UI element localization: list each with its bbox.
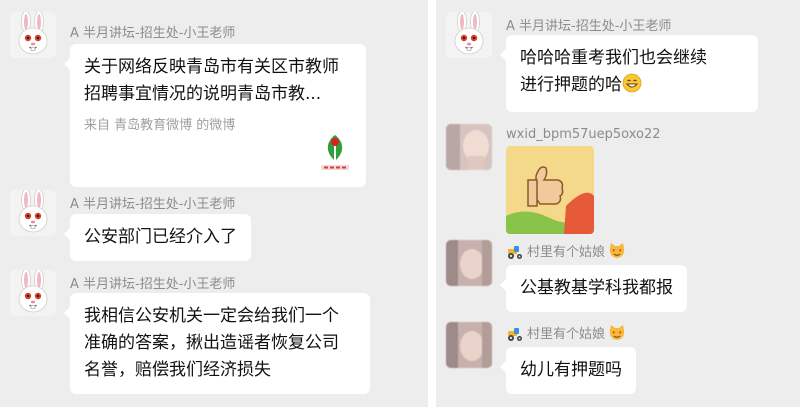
message-bubble[interactable]: 哈哈哈重考我们也会继续 进行押题的哈 xyxy=(500,35,758,112)
bubble-line: 进行押题的哈 xyxy=(520,75,622,95)
avatar-bunny[interactable] xyxy=(10,270,56,316)
grinning-face-icon xyxy=(622,73,642,102)
tractor-icon xyxy=(506,326,524,346)
sender-name: A 半月讲坛-招生处-小王老师 xyxy=(70,26,236,41)
heart-eyes-cat-icon xyxy=(608,242,626,264)
sender-name: 村里有个姑娘 xyxy=(506,323,626,346)
bubble-line: 哈哈哈重考我们也会继续 xyxy=(520,48,707,68)
sender-name-text: 村里有个姑娘 xyxy=(527,245,606,260)
avatar-blurred[interactable] xyxy=(446,124,492,170)
bubble-line: 名誉，赔偿我们经济损失 xyxy=(84,360,271,380)
message-bubble[interactable]: 幼儿有押题吗 xyxy=(500,347,636,394)
card-source: 来自 青岛教育微博 的微博 xyxy=(84,118,236,133)
avatar-blurred[interactable] xyxy=(446,240,492,286)
sender-name: A 半月讲坛-招生处-小王老师 xyxy=(70,277,236,292)
sender-name: A 半月讲坛-招生处-小王老师 xyxy=(70,197,236,212)
bubble-line: 我相信公安机关一定会给我们一个 xyxy=(84,306,339,326)
qingdao-education-logo-icon xyxy=(318,131,352,175)
bubble-line-with-emoji: 进行押题的哈 xyxy=(520,72,744,102)
message-bubble[interactable]: 公安部门已经介入了 xyxy=(64,214,251,261)
sender-name: A 半月讲坛-招生处-小王老师 xyxy=(506,19,672,34)
heart-eyes-cat-icon xyxy=(608,324,626,346)
sender-name-text: 村里有个姑娘 xyxy=(527,327,606,342)
avatar-bunny[interactable] xyxy=(10,12,56,58)
sender-name: 村里有个姑娘 xyxy=(506,241,626,264)
bubble-line: 准确的答案，揪出造谣者恢复公司 xyxy=(84,333,339,353)
avatar-bunny[interactable] xyxy=(446,12,492,58)
avatar-bunny[interactable] xyxy=(10,190,56,236)
right-chat-panel: A 半月讲坛-招生处-小王老师 哈哈哈重考我们也会继续 进行押题的哈 wxid_… xyxy=(436,0,800,407)
message-bubble[interactable]: 我相信公安机关一定会给我们一个 准确的答案，揪出造谣者恢复公司 名誉，赔偿我们经… xyxy=(64,293,370,394)
message-bubble[interactable]: 公基教基学科我都报 xyxy=(500,265,687,312)
link-card[interactable]: 关于网络反映青岛市有关区市教师招聘事宜情况的说明青岛市教... 来自 青岛教育微… xyxy=(64,44,366,187)
sender-name: wxid_bpm57uep5oxo22 xyxy=(506,127,661,142)
left-chat-panel: A 半月讲坛-招生处-小王老师 关于网络反映青岛市有关区市教师招聘事宜情况的说明… xyxy=(0,0,428,407)
thumbs-up-sticker[interactable] xyxy=(506,146,594,234)
avatar-blurred[interactable] xyxy=(446,322,492,368)
card-title: 关于网络反映青岛市有关区市教师招聘事宜情况的说明青岛市教... xyxy=(84,57,339,104)
tractor-icon xyxy=(506,244,524,264)
